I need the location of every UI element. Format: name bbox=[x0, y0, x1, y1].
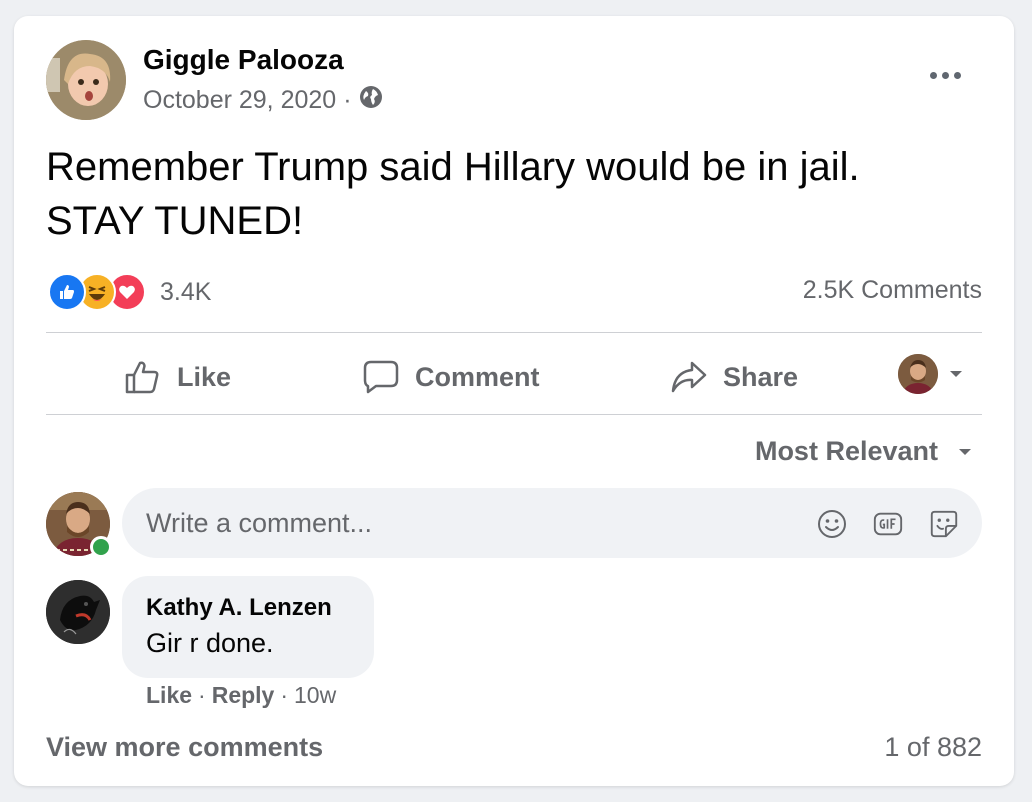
reaction-count[interactable]: 3.4K bbox=[160, 278, 211, 307]
commenter-avatar[interactable] bbox=[46, 580, 110, 644]
more-options-button[interactable] bbox=[920, 60, 970, 90]
comments-pager: 1 of 882 bbox=[884, 732, 982, 762]
post-card: Giggle Palooza October 29, 2020 · Rememb… bbox=[14, 16, 1014, 786]
gif-icon[interactable] bbox=[872, 508, 904, 540]
view-more-comments-link[interactable]: View more comments bbox=[46, 732, 323, 763]
post-author-name[interactable]: Giggle Palooza bbox=[143, 44, 344, 76]
comment-action-separator: · bbox=[198, 682, 206, 708]
like-label: Like bbox=[177, 361, 232, 392]
post-text-line-1: Remember Trump said Hillary would be in … bbox=[46, 145, 860, 189]
meta-separator: · bbox=[343, 86, 352, 114]
comment-composer[interactable] bbox=[122, 488, 982, 558]
author-avatar[interactable] bbox=[46, 40, 126, 120]
sticker-icon[interactable] bbox=[928, 508, 960, 540]
comment-bubble: Kathy A. Lenzen Gir r done. bbox=[122, 576, 374, 678]
comment-label: Comment bbox=[415, 361, 540, 392]
emoji-icon[interactable] bbox=[816, 508, 848, 540]
comment-input[interactable] bbox=[146, 488, 786, 558]
comment-reply-link[interactable]: Reply bbox=[212, 682, 275, 709]
like-reaction-icon bbox=[48, 273, 86, 311]
divider bbox=[46, 414, 982, 415]
share-button[interactable]: Share bbox=[670, 354, 798, 400]
caret-down-icon bbox=[959, 448, 971, 455]
comment-actions: Like · Reply · 10w bbox=[146, 682, 336, 709]
commenter-name[interactable]: Kathy A. Lenzen bbox=[146, 594, 332, 622]
like-icon bbox=[125, 361, 159, 394]
post-meta: October 29, 2020 · bbox=[143, 85, 383, 116]
post-text-line-2: STAY TUNED! bbox=[46, 199, 304, 243]
post-as-selector[interactable] bbox=[898, 354, 968, 394]
divider bbox=[46, 332, 982, 333]
comment-button[interactable]: Comment bbox=[362, 354, 540, 400]
share-icon bbox=[671, 361, 707, 393]
like-button[interactable]: Like bbox=[124, 354, 231, 400]
comment-timestamp[interactable]: 10w bbox=[294, 682, 336, 709]
reactions-summary[interactable]: 3.4K bbox=[48, 272, 211, 312]
comment-like-link[interactable]: Like bbox=[146, 682, 192, 709]
dot-icon bbox=[929, 71, 937, 79]
post-date[interactable]: October 29, 2020 bbox=[143, 86, 336, 115]
dot-icon bbox=[953, 71, 961, 79]
post-text: Remember Trump said Hillary would be in … bbox=[46, 140, 996, 248]
comment-icon bbox=[363, 360, 399, 394]
dot-icon bbox=[941, 71, 949, 79]
current-user-avatar-small bbox=[898, 354, 938, 394]
share-label: Share bbox=[723, 361, 799, 392]
comments-count[interactable]: 2.5K Comments bbox=[803, 276, 982, 305]
comment-sort-dropdown[interactable]: Most Relevant bbox=[755, 436, 974, 467]
sort-label: Most Relevant bbox=[754, 436, 938, 466]
online-status-indicator bbox=[90, 536, 112, 558]
globe-icon[interactable] bbox=[359, 85, 383, 116]
comment-text: Gir r done. bbox=[146, 628, 274, 658]
comment-action-separator: · bbox=[280, 682, 289, 708]
caret-down-icon bbox=[950, 371, 962, 377]
